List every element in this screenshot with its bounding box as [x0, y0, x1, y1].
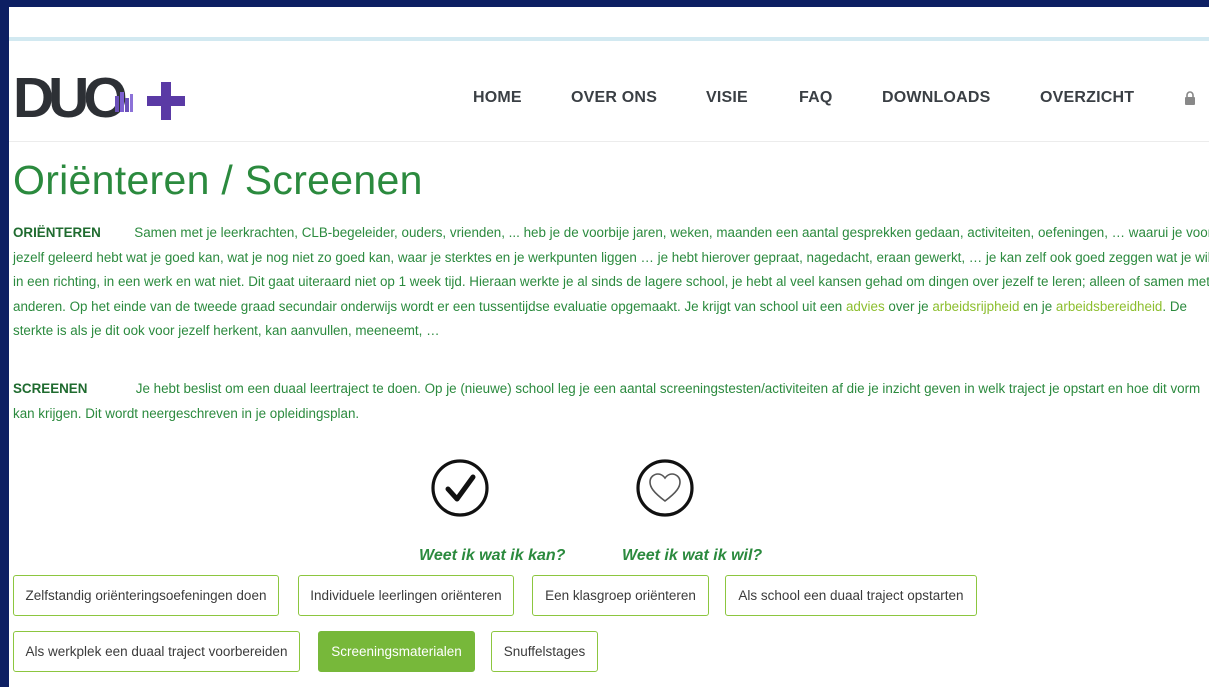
question-kan: Weet ik wat ik kan? [419, 547, 566, 564]
orienteren-paragraph: ORIËNTEREN Samen met je leerkrachten, CL… [13, 221, 1209, 344]
nav-home[interactable]: HOME [473, 89, 522, 107]
lock-icon[interactable] [1184, 91, 1196, 105]
orienteren-text-2: over je [884, 298, 933, 314]
button-zelfstandig[interactable]: Zelfstandig oriënteringsoefeningen doen [13, 575, 279, 616]
nav-divider [9, 141, 1209, 142]
link-advies[interactable]: advies [846, 299, 885, 314]
nav-visie[interactable]: VISIE [706, 89, 748, 107]
heart-icon [636, 459, 694, 517]
question-wil: Weet ik wat ik wil? [622, 547, 763, 564]
main-nav: HOME OVER ONS VISIE FAQ DOWNLOADS OVERZI… [9, 89, 1209, 109]
nav-downloads[interactable]: DOWNLOADS [882, 89, 990, 107]
checkmark-icon [431, 459, 489, 517]
page: DUO HOME OVER ONS VISIE FAQ DOWNLOADS OV… [9, 7, 1209, 687]
button-school-duaal-traject[interactable]: Als school een duaal traject opstarten [725, 575, 977, 616]
nav-over-ons[interactable]: OVER ONS [571, 89, 657, 107]
link-arbeidsrijpheid[interactable]: arbeidsrijpheid [932, 299, 1019, 314]
button-individuele-leerlingen[interactable]: Individuele leerlingen oriënteren [298, 575, 514, 616]
orienteren-label: ORIËNTEREN [13, 225, 101, 240]
button-snuffelstages[interactable]: Snuffelstages [491, 631, 598, 672]
button-werkplek-duaal-traject[interactable]: Als werkplek een duaal traject voorberei… [13, 631, 300, 672]
top-accent-bar [9, 37, 1209, 41]
screenen-label: SCREENEN [13, 381, 88, 396]
page-title: Oriënteren / Screenen [13, 157, 423, 203]
nav-faq[interactable]: FAQ [799, 89, 833, 107]
button-screeningsmaterialen[interactable]: Screeningsmaterialen [318, 631, 475, 672]
button-klasgroep[interactable]: Een klasgroep oriënteren [532, 575, 709, 616]
link-arbeidsbereidheid[interactable]: arbeidsbereidheid [1056, 299, 1162, 314]
screenen-paragraph: SCREENEN Je hebt beslist om een duaal le… [13, 377, 1209, 426]
nav-overzicht[interactable]: OVERZICHT [1040, 89, 1134, 107]
orienteren-text-3: en je [1019, 298, 1056, 314]
screenen-text: Je hebt beslist om een duaal leertraject… [13, 381, 1201, 421]
